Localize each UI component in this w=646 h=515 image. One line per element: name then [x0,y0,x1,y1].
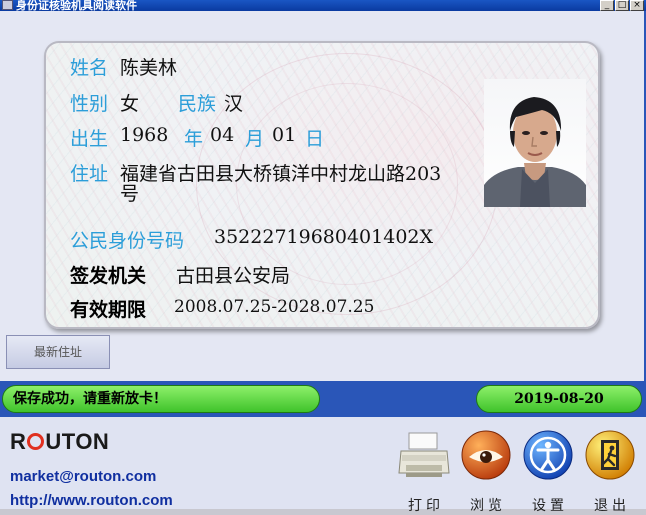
name-label: 姓名 [70,57,109,79]
bottom-panel: R UTON market@routon.com http://www.routo… [0,417,646,514]
status-message: 保存成功，请重新放卡！ [2,385,320,413]
print-label: 打印 [408,498,444,514]
name-value: 陈美林 [120,57,178,79]
authority-value: 古田县公安局 [176,265,291,287]
birth-label: 出生 [70,128,109,150]
ethnicity-label: 民族 [178,93,217,115]
id-number-value: 35222719680401402X [214,226,434,248]
settings-label: 设置 [532,498,568,514]
settings-button[interactable]: 设置 [522,429,578,514]
birth-day: 01 [272,124,297,146]
email-link[interactable]: market@routon.com [10,468,156,485]
birth-month: 04 [210,124,235,146]
exit-label: 退出 [594,498,630,514]
title-bar: 身份证核验机具阅读软件 _ □ × [0,0,646,11]
address-label: 住址 [70,163,109,185]
browse-label: 浏览 [470,498,506,514]
day-unit: 日 [305,128,325,150]
maximize-button[interactable]: □ [615,0,629,11]
person-settings-icon [523,430,573,480]
close-button[interactable]: × [630,0,644,11]
date-display: 2019-08-20 [476,385,642,413]
id-number-label: 公民身份号码 [70,230,185,252]
eye-icon [461,430,511,480]
authority-label: 签发机关 [70,265,147,287]
website-link[interactable]: http://www.routon.com [10,492,173,509]
browse-button[interactable]: 浏览 [460,429,516,514]
portrait-photo [484,79,586,207]
address-line1: 福建省古田县大桥镇洋中村龙山路203 [120,163,442,185]
ethnicity-value: 汉 [224,93,244,115]
address-line2: 号 [120,183,140,205]
year-unit: 年 [184,128,204,150]
status-strip: 保存成功，请重新放卡！ 2019-08-20 [0,381,646,417]
printer-icon [398,432,450,477]
routon-logo: R UTON [10,429,110,454]
birth-year: 1968 [120,124,169,146]
minimize-button[interactable]: _ [600,0,614,11]
month-unit: 月 [245,128,265,150]
validity-label: 有效期限 [70,299,147,321]
sex-value: 女 [120,93,140,115]
print-button[interactable]: 打印 [398,429,454,514]
validity-value: 2008.07.25-2028.07.25 [174,297,375,317]
latest-address-button[interactable]: 最新住址 [6,335,110,369]
id-card: 姓名 陈美林 性别 女 民族 汉 出生 1968 年 04 月 01 日 住址 … [44,41,600,329]
exit-button[interactable]: 退出 [584,429,640,514]
sex-label: 性别 [70,93,109,115]
exit-icon [585,430,635,480]
main-panel: 姓名 陈美林 性别 女 民族 汉 出生 1968 年 04 月 01 日 住址 … [0,11,646,381]
app-icon [2,0,13,10]
window-title: 身份证核验机具阅读软件 [16,0,137,11]
portrait-image [484,97,586,207]
